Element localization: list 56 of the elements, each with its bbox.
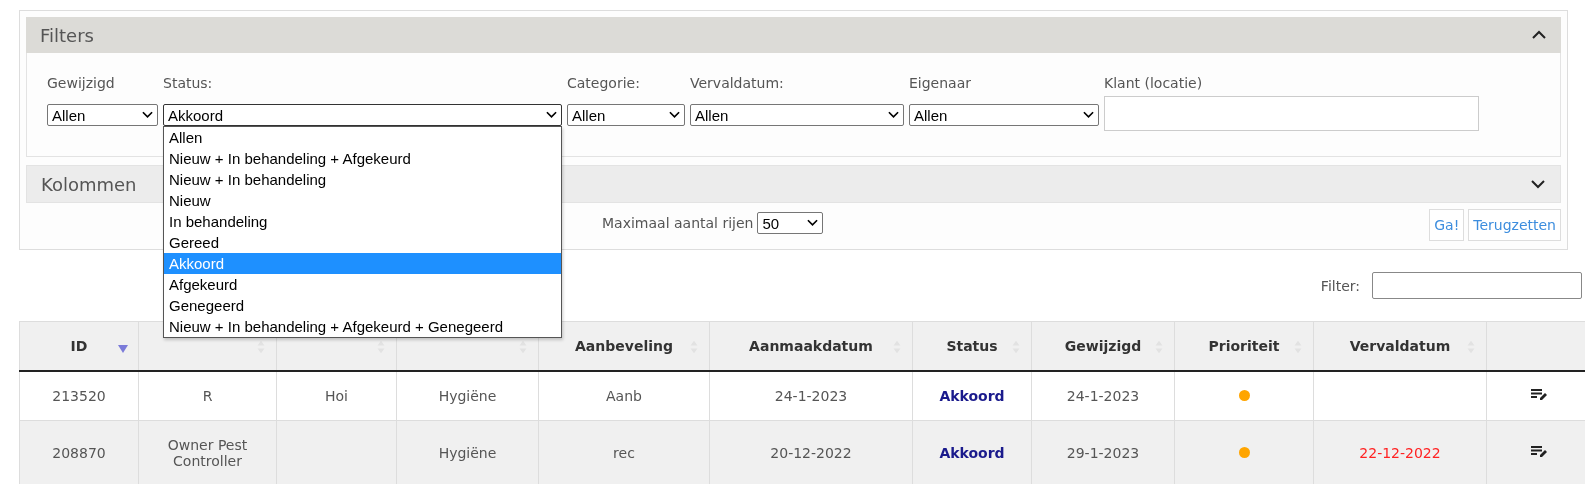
input-field[interactable] [1104,96,1479,131]
dropdown-option[interactable]: In behandeling [164,211,561,232]
caret-icon [1083,111,1094,119]
field-label: Gewijzigd [47,75,116,93]
table-cell: 29-1-2023 [1031,420,1175,484]
max-rows-label: Maximaal aantal rijen [602,215,754,231]
table-cell: Hygiëne [396,420,539,484]
field-label: Eigenaar [909,75,973,93]
column-header[interactable]: Aanbeveling [538,321,710,371]
select-field[interactable]: Allen [690,104,904,126]
action-button[interactable]: Ga! [1429,209,1465,241]
filters-header[interactable]: Filters [26,17,1561,53]
rows-select[interactable]: 50 [757,212,824,234]
caret-icon [807,219,819,227]
caret-icon [142,111,153,119]
caret-icon [669,111,680,119]
status-link[interactable]: Akkoord [939,388,1005,404]
field-label: Status: [163,75,214,93]
column-header[interactable]: ID [19,321,139,371]
columns-title: Kolommen [41,173,137,195]
column-header[interactable]: Prioriteit [1174,321,1314,371]
status-link[interactable]: Akkoord [939,444,1005,461]
dropdown-option[interactable]: Gereed [164,232,561,253]
table-cell: 213520 [19,371,139,421]
column-header[interactable]: Vervaldatum [1313,321,1487,371]
field-label: Vervaldatum: [690,75,785,93]
due-date-cell: 22-12-2022 [1313,420,1487,484]
table-cell: 20-12-2022 [709,420,913,484]
column-header[interactable]: Status [912,321,1032,371]
column-header[interactable]: Aanmaakdatum [709,321,913,371]
field-label: Klant (locatie) [1104,75,1204,93]
dropdown-option[interactable]: Afgekeurd [164,274,561,295]
filter-field[interactable] [1372,272,1582,299]
filter-label: Filter: [1320,277,1360,294]
table-cell: 24-1-2023 [709,371,913,421]
field-label: Categorie: [567,75,641,93]
table-cell: rec [538,420,710,484]
edit-icon[interactable] [1531,389,1547,401]
caret-icon [546,111,557,119]
select-field[interactable]: Allen [47,104,158,126]
dropdown-option[interactable]: Genegeerd [164,295,561,316]
table-cell: 208870 [19,420,139,484]
table-cell: Hygiëne [396,371,539,421]
edit-icon[interactable] [1531,445,1547,458]
select-field[interactable]: Allen [909,104,1099,126]
table-cell: Hoi [276,371,397,421]
filters-title: Filters [40,24,94,46]
caret-icon [888,111,899,119]
table-cell: Aanb [538,371,710,421]
dropdown-option[interactable]: Nieuw + In behandeling [164,169,561,190]
table-cell: Owner Pest Controller [138,420,277,484]
table-cell: R [138,371,277,421]
table-cell: 24-1-2023 [1031,371,1175,421]
dropdown-option[interactable]: Allen [164,127,561,148]
column-header[interactable]: Gewijzigd [1031,321,1175,371]
select-field[interactable]: Allen [567,104,685,126]
